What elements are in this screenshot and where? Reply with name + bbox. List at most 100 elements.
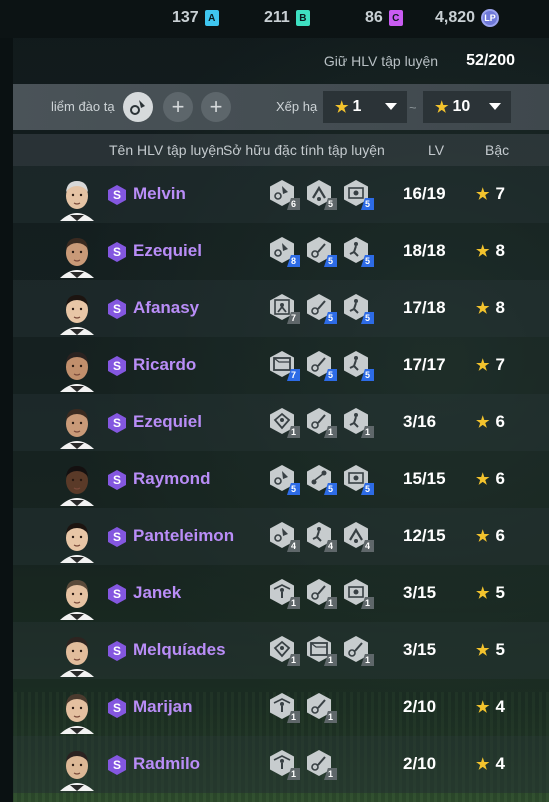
- coach-rank-value: 8: [495, 241, 505, 260]
- coach-avatar: [56, 460, 98, 506]
- add-trait-filter-button-1[interactable]: +: [163, 92, 193, 122]
- training-trait[interactable]: 5: [344, 180, 374, 210]
- grade-s-icon: S: [108, 584, 126, 604]
- coach-rank: ★ 8: [476, 241, 505, 261]
- training-trait[interactable]: 5: [344, 465, 374, 495]
- grade-s-icon: S: [108, 755, 126, 775]
- training-trait[interactable]: 1: [270, 636, 300, 666]
- training-trait[interactable]: 7: [270, 294, 300, 324]
- coach-name: Raymond: [133, 469, 211, 488]
- training-trait[interactable]: 4: [307, 522, 337, 552]
- training-trait[interactable]: 5: [307, 294, 337, 324]
- training-trait[interactable]: 1: [307, 693, 337, 723]
- training-trait[interactable]: 1: [344, 579, 374, 609]
- rank-to-dropdown[interactable]: ★ 10: [423, 91, 511, 123]
- coach-avatar: [56, 574, 98, 620]
- coach-row[interactable]: S Radmilo 1 1 2/10 ★ 4: [13, 736, 549, 793]
- coach-row[interactable]: S Janek 1 1 1 3/15 ★ 5: [13, 565, 549, 622]
- star-icon: ★: [476, 699, 490, 716]
- add-trait-filter-button-2[interactable]: +: [201, 92, 231, 122]
- training-point-label: liểm đào tạ: [51, 99, 115, 114]
- currency-b: 211 B: [264, 9, 310, 27]
- slot-label: Giữ HLV tập luyện: [323, 53, 439, 69]
- currency-b-icon: B: [295, 10, 310, 26]
- star-icon: ★: [435, 99, 449, 116]
- coach-row[interactable]: S Melvin 6 5 5 16/19 ★ 7: [13, 166, 549, 223]
- currency-c: 86 C: [365, 9, 403, 27]
- filter-bar: liểm đào tạ + + Xếp hạ ★ 1 ~ ★ 10: [13, 84, 549, 130]
- coach-row[interactable]: S Ezequiel 8 5 5 18/18 ★ 8: [13, 223, 549, 280]
- training-trait[interactable]: 8: [270, 237, 300, 267]
- coach-avatar: [56, 346, 98, 392]
- star-icon: ★: [335, 99, 349, 116]
- star-icon: ★: [476, 642, 490, 659]
- training-trait[interactable]: 6: [270, 180, 300, 210]
- coach-row[interactable]: S Marijan 1 1 2/10 ★ 4: [13, 679, 549, 736]
- coach-avatar: [56, 403, 98, 449]
- coach-level: 3/16: [403, 412, 437, 431]
- coach-row[interactable]: S Panteleimon 4 4 4 12/15 ★ 6: [13, 508, 549, 565]
- lp-coin-icon: LP: [481, 9, 500, 27]
- grade-s-icon: S: [108, 299, 126, 319]
- coach-name: Melvin: [133, 184, 186, 203]
- training-trait[interactable]: 1: [307, 750, 337, 780]
- coach-name: Ezequiel: [133, 241, 202, 260]
- training-trait[interactable]: 5: [344, 237, 374, 267]
- coach-row[interactable]: S Ezequiel 1 1 1 3/16 ★ 6: [13, 394, 549, 451]
- coach-rank: ★ 6: [476, 526, 505, 546]
- coach-rank-value: 8: [495, 298, 505, 317]
- column-rank[interactable]: Bậc: [485, 142, 509, 158]
- training-trait[interactable]: 7: [270, 351, 300, 381]
- star-icon: ★: [476, 585, 490, 602]
- training-trait[interactable]: 5: [270, 465, 300, 495]
- coach-row[interactable]: S Raymond 5 5 5 15/15 ★ 6: [13, 451, 549, 508]
- star-icon: ★: [476, 756, 490, 773]
- coach-name: Marijan: [133, 697, 193, 716]
- column-headers: Tên HLV tập luyện Sở hữu đặc tính tập lu…: [13, 134, 549, 166]
- training-trait[interactable]: 1: [307, 579, 337, 609]
- training-trait[interactable]: 1: [270, 408, 300, 438]
- coach-rank-value: 5: [495, 640, 505, 659]
- column-lv[interactable]: LV: [428, 142, 444, 158]
- star-icon: ★: [476, 186, 490, 203]
- training-trait[interactable]: 4: [270, 522, 300, 552]
- slot-header: Giữ HLV tập luyện 52/200: [13, 40, 549, 82]
- training-trait[interactable]: 5: [307, 180, 337, 210]
- star-icon: ★: [476, 471, 490, 488]
- chevron-down-icon: [489, 103, 501, 110]
- coach-rank: ★ 6: [476, 469, 505, 489]
- training-trait[interactable]: 1: [344, 408, 374, 438]
- training-trait[interactable]: 1: [270, 579, 300, 609]
- training-trait[interactable]: 5: [307, 237, 337, 267]
- coach-rank: ★ 7: [476, 355, 505, 375]
- training-trait[interactable]: 1: [270, 693, 300, 723]
- coach-avatar: [56, 232, 98, 278]
- left-edge-bar: [0, 0, 13, 802]
- training-trait[interactable]: 1: [307, 636, 337, 666]
- coach-avatar: [56, 289, 98, 335]
- coach-level: 18/18: [403, 241, 446, 260]
- training-trait[interactable]: 4: [344, 522, 374, 552]
- coach-level: 12/15: [403, 526, 446, 545]
- coach-row[interactable]: S Afanasy 7 5 5 17/18 ★ 8: [13, 280, 549, 337]
- rank-from-dropdown[interactable]: ★ 1: [323, 91, 407, 123]
- coach-row[interactable]: S Ricardo 7 5 5 17/17 ★ 7: [13, 337, 549, 394]
- training-trait[interactable]: 1: [344, 636, 374, 666]
- coach-level: 17/18: [403, 298, 446, 317]
- column-traits[interactable]: Sở hữu đặc tính tập luyện: [223, 142, 385, 158]
- training-trait[interactable]: 1: [307, 408, 337, 438]
- column-name[interactable]: Tên HLV tập luyện: [109, 142, 224, 158]
- grade-s-icon: S: [108, 185, 126, 205]
- coach-name: Ricardo: [133, 355, 197, 374]
- rank-label: Xếp hạ: [276, 99, 318, 114]
- coach-name: Radmilo: [133, 754, 201, 773]
- coach-rank: ★ 8: [476, 298, 505, 318]
- training-trait[interactable]: 5: [344, 351, 374, 381]
- training-trait[interactable]: 5: [307, 465, 337, 495]
- training-trait[interactable]: 5: [307, 351, 337, 381]
- coach-row[interactable]: S Melquíades 1 1 1 3/15 ★ 5: [13, 622, 549, 679]
- trait-filter-icon[interactable]: [123, 92, 153, 122]
- training-trait[interactable]: 5: [344, 294, 374, 324]
- coach-avatar: [56, 745, 98, 791]
- training-trait[interactable]: 1: [270, 750, 300, 780]
